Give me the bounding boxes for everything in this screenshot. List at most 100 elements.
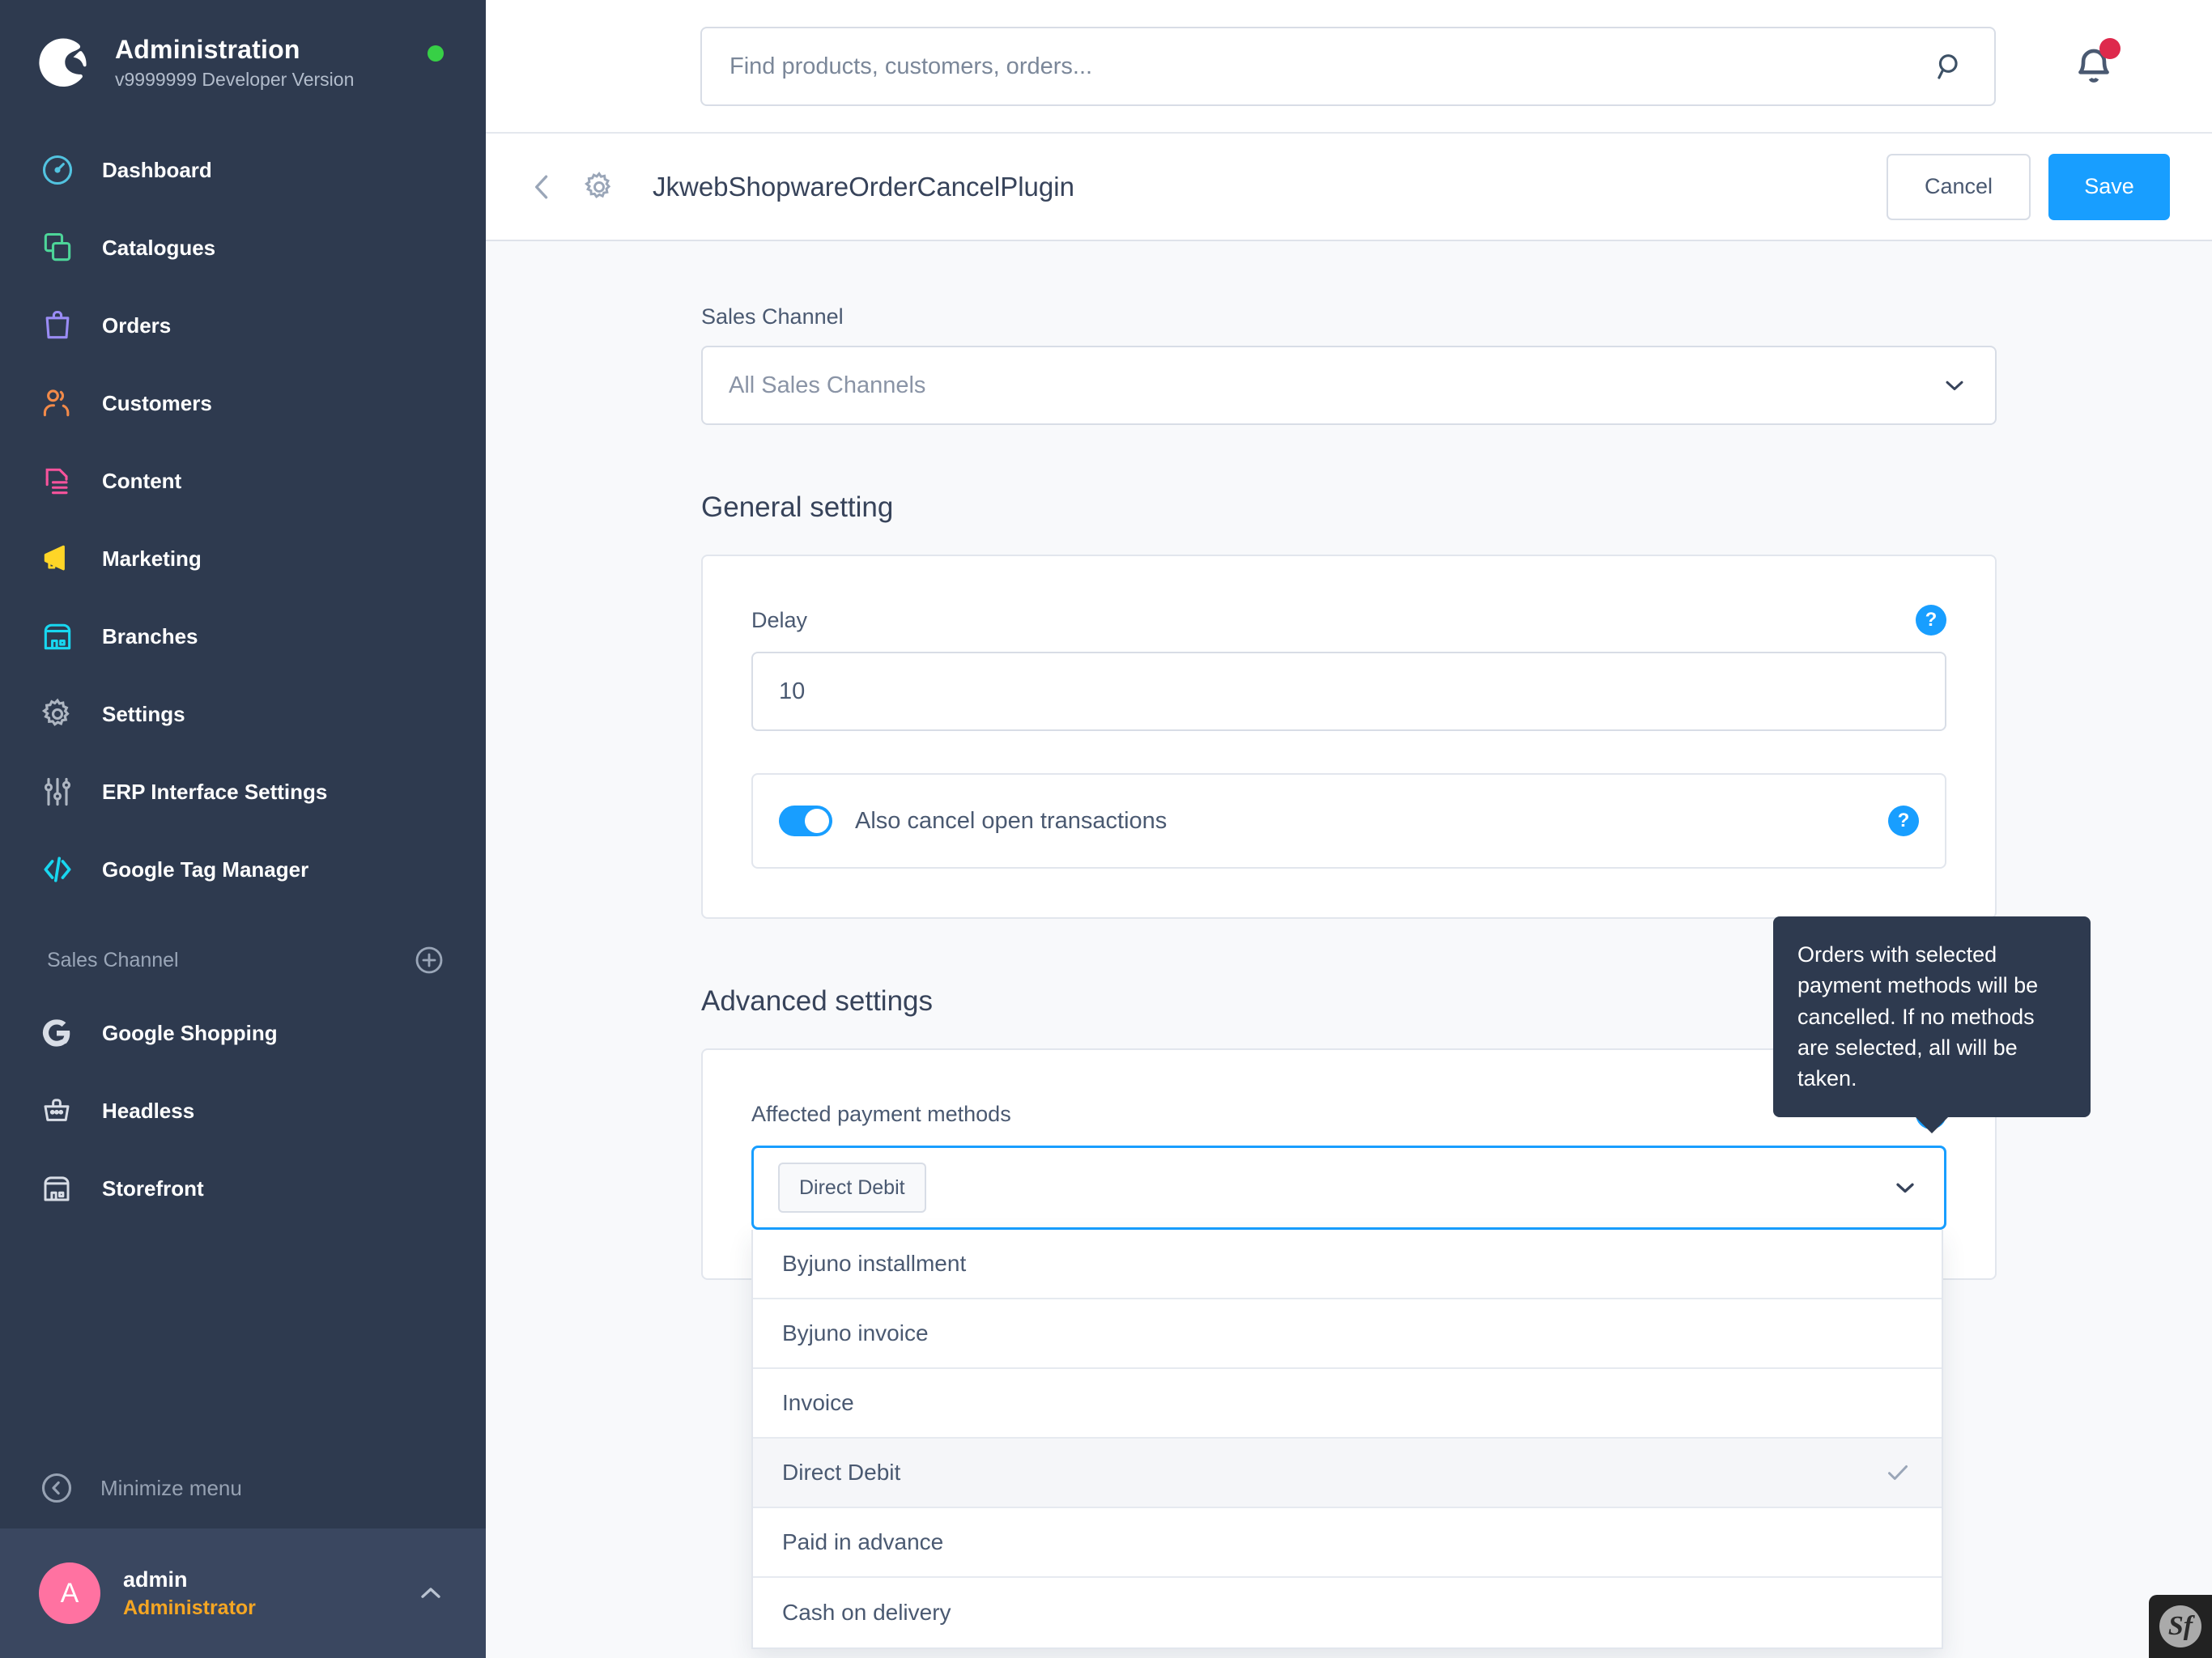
- check-icon: [1883, 1458, 1912, 1487]
- delay-input[interactable]: [751, 652, 1946, 731]
- notifications-button[interactable]: [2069, 38, 2121, 91]
- cancel-button[interactable]: Cancel: [1887, 153, 2031, 220]
- app-root: Administration v9999999 Developer Versio…: [0, 0, 2212, 1658]
- sidebar-sales-channel-section: Sales Channel: [0, 908, 486, 994]
- toggle-knob: [805, 809, 829, 833]
- sidebar-item-catalogues[interactable]: Catalogues: [0, 209, 486, 287]
- dropdown-option[interactable]: Invoice: [753, 1369, 1942, 1439]
- dropdown-option[interactable]: Cash on delivery: [753, 1578, 1942, 1647]
- dropdown-option[interactable]: Byjuno invoice: [753, 1299, 1942, 1369]
- chevron-up-icon[interactable]: [415, 1577, 447, 1609]
- sidebar-item-label: ERP Interface Settings: [102, 779, 328, 804]
- sidebar-item-customers[interactable]: Customers: [0, 364, 486, 442]
- sidebar-item-storefront[interactable]: Storefront: [0, 1150, 486, 1227]
- plus-circle-icon[interactable]: [413, 944, 445, 976]
- option-label: Cash on delivery: [782, 1600, 951, 1625]
- symfony-toolbar-badge[interactable]: Sf: [2149, 1595, 2212, 1658]
- user-account-button[interactable]: A admin Administrator: [0, 1528, 486, 1658]
- google-icon: [39, 1015, 74, 1051]
- sidebar-item-content[interactable]: Content: [0, 442, 486, 520]
- copy-icon: [39, 229, 76, 266]
- sidebar-item-label: Google Tag Manager: [102, 857, 309, 882]
- megaphone-icon: [39, 540, 76, 577]
- minimize-menu-button[interactable]: Minimize menu: [0, 1448, 486, 1528]
- main-area: JkwebShopwareOrderCancelPlugin Cancel Sa…: [486, 0, 2212, 1658]
- search-box[interactable]: [700, 27, 1996, 106]
- sidebar-item-label: Google Shopping: [102, 1020, 278, 1045]
- payment-methods-label-row: Affected payment methods ?: [751, 1099, 1946, 1129]
- delay-label: Delay: [751, 607, 808, 632]
- store-icon: [39, 618, 76, 655]
- sidebar-section-title: Sales Channel: [47, 948, 179, 971]
- users-icon: [39, 385, 76, 422]
- sidebar-title: Administration: [115, 35, 300, 64]
- sidebar: Administration v9999999 Developer Versio…: [0, 0, 486, 1658]
- sidebar-nav: Dashboard Catalogues Orders Customers Co…: [0, 131, 486, 908]
- save-button[interactable]: Save: [2048, 153, 2170, 220]
- sales-channel-label: Sales Channel: [701, 304, 844, 329]
- search-icon[interactable]: [1933, 49, 1967, 83]
- settings-inner: Sales Channel All Sales Channels General…: [701, 241, 1997, 1649]
- sidebar-item-label: Marketing: [102, 546, 202, 571]
- tooltip: Orders with selected payment methods wil…: [1773, 916, 2091, 1133]
- code-icon: [39, 851, 76, 888]
- sidebar-item-label: Headless: [102, 1098, 195, 1123]
- question-badge-icon[interactable]: ?: [1888, 806, 1919, 836]
- sidebar-item-orders[interactable]: Orders: [0, 287, 486, 364]
- back-button[interactable]: [525, 169, 560, 205]
- user-info: admin Administrator: [123, 1567, 256, 1620]
- gear-icon: [39, 695, 76, 733]
- sidebar-item-marketing[interactable]: Marketing: [0, 520, 486, 597]
- chevron-down-icon[interactable]: [1891, 1173, 1920, 1202]
- sales-channel-value: All Sales Channels: [729, 372, 926, 398]
- option-label: Paid in advance: [782, 1529, 944, 1554]
- cancel-transactions-toggle[interactable]: [779, 806, 832, 836]
- sidebar-item-dashboard[interactable]: Dashboard: [0, 131, 486, 209]
- store-icon: [39, 1171, 74, 1206]
- option-label: Invoice: [782, 1390, 854, 1415]
- tooltip-text: Orders with selected payment methods wil…: [1797, 942, 2039, 1091]
- toolbar-actions: Cancel Save: [1887, 153, 2170, 220]
- sidebar-item-label: Branches: [102, 623, 198, 648]
- payment-methods-label: Affected payment methods: [751, 1101, 1011, 1126]
- page-toolbar: JkwebShopwareOrderCancelPlugin Cancel Sa…: [486, 132, 2212, 241]
- avatar: A: [39, 1562, 100, 1624]
- chevron-down-icon: [1940, 371, 1969, 400]
- general-settings-card: Delay ? Also cancel open transactions ?: [701, 555, 1997, 919]
- sidebar-item-label: Customers: [102, 390, 212, 415]
- shopware-logo-icon: [39, 35, 94, 90]
- content-icon: [39, 462, 76, 500]
- sidebar-item-google-tag-manager[interactable]: Google Tag Manager: [0, 831, 486, 908]
- user-name: admin: [123, 1567, 188, 1592]
- sidebar-item-erp-interface-settings[interactable]: ERP Interface Settings: [0, 753, 486, 831]
- gear-icon[interactable]: [581, 169, 617, 205]
- sidebar-item-label: Dashboard: [102, 157, 212, 182]
- payment-methods-field[interactable]: Direct Debit: [751, 1146, 1946, 1230]
- bag-icon: [39, 307, 76, 344]
- dropdown-option[interactable]: Byjuno installment: [753, 1230, 1942, 1299]
- symfony-logo-icon: Sf: [2159, 1605, 2201, 1647]
- sidebar-item-label: Catalogues: [102, 235, 216, 260]
- topbar: [486, 0, 2212, 132]
- search-input[interactable]: [730, 53, 1933, 80]
- user-role: Administrator: [123, 1596, 256, 1619]
- status-indicator-dot: [428, 45, 444, 62]
- sales-channel-select[interactable]: All Sales Channels: [701, 346, 1997, 425]
- dropdown-option-selected[interactable]: Direct Debit: [753, 1439, 1942, 1508]
- dropdown-option[interactable]: Paid in advance: [753, 1508, 1942, 1578]
- basket-icon: [39, 1093, 74, 1129]
- payment-methods-dropdown: Byjuno installment Byjuno invoice Invoic…: [751, 1230, 1943, 1649]
- page-title: JkwebShopwareOrderCancelPlugin: [653, 171, 1074, 202]
- sidebar-item-headless[interactable]: Headless: [0, 1072, 486, 1150]
- question-badge-icon[interactable]: ?: [1916, 605, 1946, 636]
- selected-chip[interactable]: Direct Debit: [778, 1163, 926, 1213]
- global-search: [700, 27, 1996, 106]
- sidebar-item-branches[interactable]: Branches: [0, 597, 486, 675]
- sidebar-item-label: Settings: [102, 701, 185, 726]
- sidebar-item-google-shopping[interactable]: Google Shopping: [0, 994, 486, 1072]
- cancel-transactions-row: Also cancel open transactions ?: [751, 773, 1946, 869]
- gauge-icon: [39, 151, 76, 189]
- payment-methods-multiselect: Direct Debit Byjuno installment Byjuno i…: [751, 1146, 1946, 1649]
- sidebar-item-settings[interactable]: Settings: [0, 675, 486, 753]
- chevron-left-circle-icon: [39, 1470, 74, 1506]
